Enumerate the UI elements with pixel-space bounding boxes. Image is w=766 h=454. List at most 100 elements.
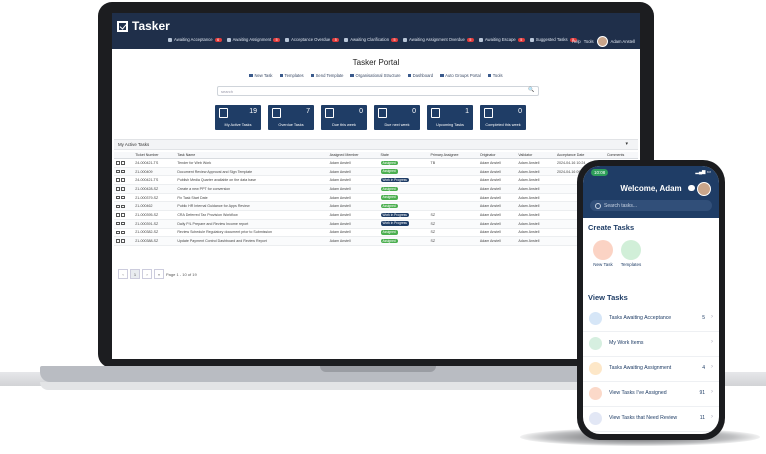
cell-valid: Adam Anstell bbox=[516, 158, 555, 168]
table-row[interactable]: 21-000462 Public HR Internal Guidance for… bbox=[114, 201, 638, 212]
edit-icon[interactable] bbox=[116, 204, 120, 209]
cell-state: Assigned bbox=[378, 184, 429, 194]
phone-search-input[interactable]: Search tasks... bbox=[590, 200, 712, 211]
summary-card[interactable]: 7 Overdue Tasks bbox=[268, 105, 314, 130]
open-icon[interactable] bbox=[121, 187, 125, 191]
summary-card[interactable]: 0 Due next week bbox=[374, 105, 420, 130]
card-count: 0 bbox=[518, 108, 522, 115]
cell-num: 21-000382-SZ bbox=[133, 228, 176, 238]
open-icon[interactable] bbox=[121, 204, 125, 209]
current-page-button[interactable]: 1 bbox=[130, 269, 140, 279]
summary-card[interactable]: 0 Completed this week bbox=[480, 105, 526, 130]
table-row[interactable]: 21-000382-SZ Review Schedule Regulatory d… bbox=[114, 228, 638, 238]
subnav-link[interactable]: New Task bbox=[249, 73, 273, 78]
table-row[interactable]: 21-000388-SZ Update Payment Control Dashb… bbox=[114, 236, 638, 246]
user-name[interactable]: Adam Anstell bbox=[611, 39, 635, 44]
cell-state: Assigned bbox=[378, 236, 429, 246]
table-row[interactable]: 21-000428-SZ Create a new PPT for convers… bbox=[114, 184, 638, 194]
table-row[interactable]: 24-000421-TS Tender for Web Work Adam Anst… bbox=[114, 158, 638, 168]
nav-link-icon bbox=[478, 37, 483, 42]
summary-card[interactable]: 19 My Active Tasks bbox=[215, 105, 261, 130]
open-icon[interactable] bbox=[121, 195, 125, 200]
quick-action[interactable]: New Task bbox=[591, 240, 615, 267]
table-row[interactable]: 21-000391-SZ Daily P/L Prepare and Review… bbox=[114, 219, 638, 229]
open-icon[interactable] bbox=[121, 239, 125, 243]
create-tasks-heading: Create Tasks bbox=[588, 223, 635, 232]
edit-icon[interactable] bbox=[116, 239, 120, 243]
action-icons bbox=[116, 195, 131, 200]
nav-link[interactable]: Awaiting Acceptance 6 bbox=[168, 37, 222, 42]
open-icon[interactable] bbox=[121, 169, 125, 174]
open-icon[interactable] bbox=[121, 213, 125, 217]
open-icon[interactable] bbox=[121, 230, 125, 235]
phone-search-icon bbox=[595, 203, 601, 209]
subnav-link[interactable]: Auto Groups Portal bbox=[440, 73, 481, 78]
user-avatar[interactable] bbox=[596, 36, 608, 47]
edit-icon[interactable] bbox=[116, 161, 120, 165]
subnav-link[interactable]: Templates bbox=[279, 73, 304, 78]
cell-state: Assigned bbox=[378, 201, 429, 212]
open-icon[interactable] bbox=[121, 178, 125, 182]
cell-name: Document Review Approval and Sign Templa… bbox=[175, 167, 328, 177]
card-count: 7 bbox=[306, 108, 310, 115]
task-search-input[interactable]: search bbox=[217, 86, 539, 96]
help-link[interactable]: Help bbox=[572, 39, 581, 44]
cell-valid: Adam Anstell bbox=[516, 193, 555, 203]
nav-link[interactable]: Awaiting Clarification 5 bbox=[344, 37, 399, 42]
nav-link-label: Acceptance Overdue bbox=[291, 37, 331, 42]
nav-link-icon bbox=[529, 37, 534, 42]
nav-link-label: Suggested Tasks bbox=[535, 37, 568, 42]
view-tasks-item[interactable]: Tasks Awaiting Assignment 4 › bbox=[583, 357, 719, 382]
open-icon[interactable] bbox=[121, 161, 125, 165]
app-logo[interactable]: Tasker bbox=[117, 19, 170, 33]
chat-icon[interactable] bbox=[688, 185, 695, 191]
prev-page-button[interactable]: ‹ bbox=[118, 269, 128, 279]
phone-avatar[interactable] bbox=[697, 182, 711, 196]
search-icon[interactable]: 🔍 bbox=[526, 86, 537, 94]
subnav-label: Send Template bbox=[315, 73, 344, 78]
nav-link[interactable]: Suggested Tasks 5 bbox=[529, 37, 577, 42]
summary-card[interactable]: 0 Due this week bbox=[321, 105, 367, 130]
table-row[interactable]: 24-000421-TS Publish Media Quarter availa… bbox=[114, 175, 638, 186]
quick-action[interactable]: Templates bbox=[619, 240, 643, 267]
view-tasks-item[interactable]: My Work Items › bbox=[583, 332, 719, 357]
action-icons bbox=[116, 239, 131, 243]
table-toolbar: My Active Tasks ▾ bbox=[114, 139, 638, 150]
edit-icon[interactable] bbox=[116, 195, 120, 200]
last-page-button[interactable]: » bbox=[154, 269, 164, 279]
search-placeholder: search bbox=[221, 88, 234, 94]
open-icon[interactable] bbox=[121, 221, 125, 226]
nav-link[interactable]: Awaiting Assignment 5 bbox=[226, 37, 281, 42]
edit-icon[interactable] bbox=[116, 213, 120, 217]
next-page-button[interactable]: › bbox=[142, 269, 152, 279]
nav-link[interactable]: Awaiting Assignment Overdue 5 bbox=[403, 37, 474, 42]
edit-icon[interactable] bbox=[116, 221, 120, 226]
nav-link[interactable]: Awaiting Escape 5 bbox=[478, 37, 525, 42]
edit-icon[interactable] bbox=[116, 169, 120, 174]
inbox-icon bbox=[589, 312, 602, 325]
view-tasks-item[interactable]: View Tasks that Need Review 11 › bbox=[583, 407, 719, 432]
nav-link[interactable]: Acceptance Overdue 5 bbox=[285, 37, 340, 42]
table-row[interactable]: 21-000395-SZ CRA Deferred Tax Provision W… bbox=[114, 210, 638, 220]
page-summary: Page 1 - 10 of 19 bbox=[166, 271, 197, 277]
table-row[interactable]: 21-000409 Document Review Approval and Si… bbox=[114, 167, 638, 177]
nav-link-label: Awaiting Acceptance bbox=[174, 37, 213, 42]
table-row[interactable]: 21-000379-SZ Fix Task Start Date Adam Anst… bbox=[114, 193, 638, 203]
edit-icon[interactable] bbox=[116, 187, 120, 191]
subnav-link[interactable]: Dashboard bbox=[407, 73, 433, 78]
subnav-link[interactable]: Send Template bbox=[310, 73, 344, 78]
subnav-link[interactable]: Organisational Structure bbox=[350, 73, 401, 78]
summary-card[interactable]: 1 Upcoming Tasks bbox=[427, 105, 473, 130]
edit-icon[interactable] bbox=[116, 178, 120, 182]
subnav-link[interactable]: Tools bbox=[487, 73, 503, 78]
phone-search-placeholder: Search tasks... bbox=[604, 202, 638, 209]
tools-link[interactable]: Tools bbox=[584, 39, 594, 44]
review-icon bbox=[589, 412, 602, 425]
action-icons bbox=[116, 204, 131, 209]
cell-state: Work in Progress bbox=[378, 175, 429, 186]
cell-primary: SZ bbox=[428, 228, 478, 238]
view-tasks-item[interactable]: Tasks Awaiting Acceptance 5 › bbox=[583, 307, 719, 332]
view-tasks-item[interactable]: View Tasks I've Assigned 91 › bbox=[583, 382, 719, 407]
filter-icon[interactable]: ▾ bbox=[625, 141, 628, 147]
edit-icon[interactable] bbox=[116, 230, 120, 235]
